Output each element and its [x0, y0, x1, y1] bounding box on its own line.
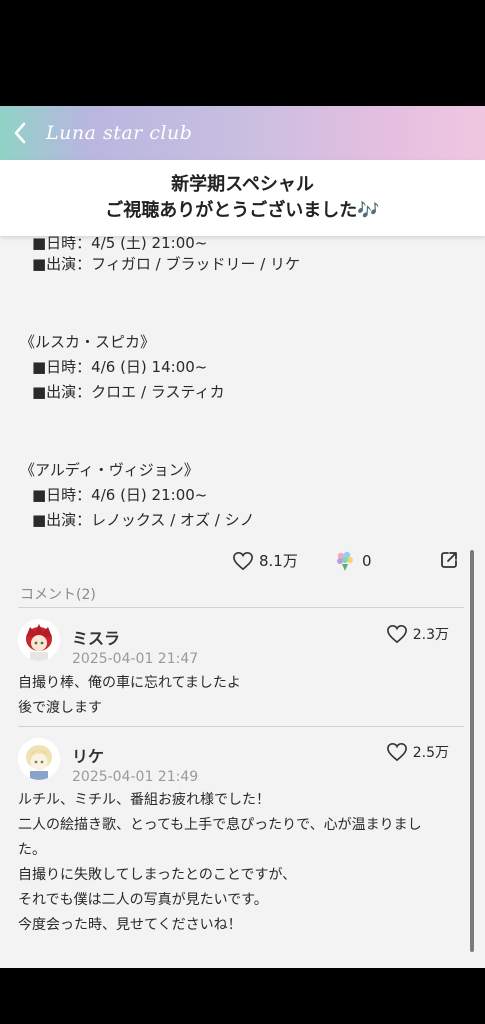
comment-line: 後で渡します [18, 700, 102, 716]
comment-line: 自撮りに失敗してしまったとのことですが、 [18, 867, 297, 883]
post-actions: 8.1万 0 [0, 548, 485, 576]
schedule-cast: ■出演：クロエ / ラスティカ [32, 383, 225, 401]
banner-subtitle: ご視聴ありがとうございました🎶 [105, 200, 380, 221]
comment-like-button[interactable]: 2.5万 [386, 742, 449, 762]
comment-text: 自撮り棒、俺の車に忘れてましたよ 後で渡します [18, 671, 458, 721]
app-title: Luna star club [46, 122, 193, 144]
comment-line: 自撮り棒、俺の車に忘れてましたよ [18, 675, 241, 691]
schedule-cast: ■出演：レノックス / オズ / シノ [32, 511, 255, 529]
schedule-cast: ■出演：フィガロ / ブラッドリー / リケ [32, 255, 301, 273]
comment-text: ルチル、ミチル、番組お疲れ様でした！ 二人の絵描き歌、とっても上手で息ぴったりで… [18, 788, 458, 938]
comment-line: た。 [18, 842, 46, 858]
commenter-name[interactable]: リケ [72, 743, 104, 767]
top-bar: Luna star club [0, 106, 485, 160]
like-button[interactable]: 8.1万 [232, 550, 298, 571]
comments-count-label: コメント(2) [20, 587, 96, 603]
comment-line: それでも僕は二人の写真が見たいです。 [18, 892, 268, 908]
banner-title: 新学期スペシャル [171, 174, 314, 195]
heart-icon [386, 624, 407, 644]
divider [18, 607, 464, 608]
comment-line: 今度会った時、見せてくださいね！ [18, 917, 242, 933]
app-screen: Luna star club 新学期スペシャル ご視聴ありがとうございました🎶 … [0, 106, 485, 968]
bouquet-button[interactable]: 0 [334, 550, 372, 572]
bouquet-icon [337, 551, 353, 571]
schedule-date: ■日時：4/6 (日) 21:00~ [32, 486, 208, 504]
scrollbar[interactable] [470, 550, 474, 952]
comment-like-count: 2.5万 [412, 745, 449, 761]
avatar[interactable] [18, 738, 60, 780]
comment-like-button[interactable]: 2.3万 [386, 624, 449, 644]
heart-icon [233, 551, 253, 570]
comment-timestamp: 2025-04-01 21:47 [72, 651, 199, 667]
group-title: 《ルスカ・スピカ》 [20, 333, 156, 351]
group-title: 《アルディ・ヴィジョン》 [20, 461, 199, 479]
bouquet-count: 0 [362, 552, 372, 570]
back-arrow-icon[interactable] [0, 106, 40, 160]
title-banner: 新学期スペシャル ご視聴ありがとうございました🎶 [0, 160, 485, 236]
comment-timestamp: 2025-04-01 21:49 [72, 769, 199, 785]
share-icon[interactable] [439, 550, 459, 570]
comment-line: ルチル、ミチル、番組お疲れ様でした！ [18, 792, 270, 808]
commenter-name[interactable]: ミスラ [72, 625, 120, 649]
heart-icon [386, 742, 407, 762]
comment-line: 二人の絵描き歌、とっても上手で息ぴったりで、心が温まりまし [18, 817, 422, 833]
like-count: 8.1万 [259, 552, 298, 570]
comment-like-count: 2.3万 [412, 627, 449, 643]
schedule-date: ■日時：4/6 (日) 14:00~ [32, 358, 208, 376]
avatar[interactable] [18, 619, 60, 661]
divider [18, 726, 464, 727]
